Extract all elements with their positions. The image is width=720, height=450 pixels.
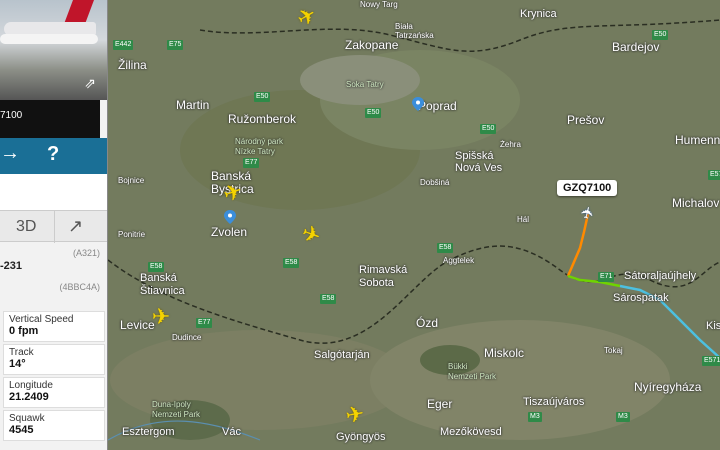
help-icon[interactable]: ? xyxy=(47,143,59,166)
city-label: Žilina xyxy=(118,58,147,72)
field-label: Longitude xyxy=(9,380,53,391)
road-badge: E571 xyxy=(702,356,720,366)
city-label: Vác xyxy=(222,426,241,438)
panel-spacer xyxy=(0,174,107,210)
park-label: Bükki Nemzeti Park xyxy=(448,362,497,381)
city-label: Spišská Nová Ves xyxy=(455,150,503,174)
callsign-text: 7100 xyxy=(0,110,23,121)
mode-s-code: (4BBC4A) xyxy=(59,282,100,292)
squawk-cell: Squawk 4545 xyxy=(3,410,105,441)
city-label: Sátoraljaújhely xyxy=(624,270,697,282)
city-label: Prešov xyxy=(567,113,605,127)
city-label: Ponitrie xyxy=(118,230,146,239)
field-label: Squawk xyxy=(9,413,45,424)
flight-callsign-label[interactable]: GZQ7100 xyxy=(557,180,618,196)
road-badge: E75 xyxy=(167,40,184,50)
city-label: Tiszaújváros xyxy=(523,396,585,408)
city-label: Sárospatak xyxy=(613,292,669,304)
city-label: Martin xyxy=(176,98,210,112)
road-badge: E58 xyxy=(148,262,165,272)
road-badge: E50 xyxy=(652,30,669,40)
city-label: Banská Štiavnica xyxy=(140,272,185,297)
external-link-icon[interactable]: ⇗ xyxy=(84,75,96,92)
flight-map[interactable]: E442 E75 E50 E50 E50 E77 E58 E58 E58 E58… xyxy=(0,0,720,450)
field-value: 0 fpm xyxy=(9,325,39,337)
vertical-speed-cell: Vertical Speed 0 fpm xyxy=(3,311,105,342)
city-label: Krynica xyxy=(520,8,557,20)
mode-s-row: (4BBC4A) xyxy=(0,282,107,296)
city-label: Humenné xyxy=(675,133,720,147)
road-badge: E77 xyxy=(196,318,213,328)
city-label: Michalov xyxy=(672,196,720,210)
city-label: Miskolc xyxy=(484,346,525,360)
city-label: Mezőkövesd xyxy=(440,426,502,438)
road-badge: E50 xyxy=(254,92,271,102)
arrow-right-icon[interactable]: → xyxy=(0,142,20,165)
panel-nav-row: → ? xyxy=(0,138,107,174)
city-label: Esztergom xyxy=(122,426,175,438)
aircraft-icon[interactable]: ✈ xyxy=(340,400,370,430)
longitude-cell: Longitude 21.2409 xyxy=(3,377,105,408)
road-badge: E50 xyxy=(480,124,497,134)
city-label: Bojnice xyxy=(118,176,145,185)
callsign-bar: 7100 xyxy=(0,100,100,138)
road-badge: E58 xyxy=(320,294,337,304)
city-label: Hál xyxy=(517,215,530,224)
road-badge: E71 xyxy=(598,272,615,282)
city-label: Nyíregyháza xyxy=(634,380,702,394)
city-label: Ózd xyxy=(416,316,439,330)
city-label: Biała Tatrzańska xyxy=(395,22,434,40)
city-label: Aggtelek xyxy=(443,256,475,265)
view-3d-button[interactable]: 3D xyxy=(16,218,36,236)
city-label: Ružomberok xyxy=(228,112,297,126)
field-label: Track xyxy=(9,347,34,358)
aircraft-row: (A321) -231 xyxy=(0,248,107,272)
location-pin-icon[interactable] xyxy=(412,97,424,111)
city-label: Zakopane xyxy=(345,38,399,52)
city-label: Eger xyxy=(427,397,453,411)
field-label: Vertical Speed xyxy=(9,314,74,325)
aircraft-type: (A321) xyxy=(72,248,100,258)
flight-info-panel: ⇗ 7100 → ? 3D ↗ (A321) -231 (4BBC4A) Ver… xyxy=(0,0,108,450)
road-badge: M3 xyxy=(616,412,630,422)
road-badge: E58 xyxy=(283,258,300,268)
city-label: Salgótarján xyxy=(314,349,370,361)
city-label: Kis xyxy=(706,320,720,332)
city-label: Zvolen xyxy=(211,225,248,239)
share-icon[interactable]: ↗ xyxy=(68,216,83,237)
city-label: Bardejov xyxy=(612,40,660,54)
field-value: 14° xyxy=(9,358,26,370)
city-label: Gyöngyös xyxy=(336,431,386,443)
field-value: 4545 xyxy=(9,424,34,436)
park-label: Duna-Ipoly Nemzeti Park xyxy=(152,400,201,419)
registration: -231 xyxy=(0,260,23,272)
road-badge: E442 xyxy=(113,40,134,50)
city-label: Nowy Targ xyxy=(360,0,398,9)
road-badge: E573 xyxy=(708,170,720,180)
track-cell: Track 14° xyxy=(3,344,105,375)
aircraft-photo[interactable]: ⇗ xyxy=(0,0,107,100)
park-label: Soka Tatry xyxy=(346,80,384,89)
road-badge: E77 xyxy=(243,158,260,168)
city-label: Żehra xyxy=(500,140,521,149)
city-label: Dudince xyxy=(172,333,202,342)
park-label: Národný park Nízke Tatry xyxy=(235,137,284,156)
field-value: 21.2409 xyxy=(9,391,49,403)
city-label: Rimavská Sobota xyxy=(359,264,408,289)
road-badge: E50 xyxy=(365,108,382,118)
road-badge: M3 xyxy=(528,412,542,422)
road-badge: E58 xyxy=(437,243,454,253)
view-tabs: 3D ↗ xyxy=(0,210,107,243)
city-label: Dobšiná xyxy=(420,178,450,187)
aircraft-icon[interactable]: ✈ xyxy=(148,304,174,330)
map-terrain xyxy=(107,19,720,441)
location-pin-icon[interactable] xyxy=(224,210,236,224)
city-label: Tokaj xyxy=(604,346,623,355)
